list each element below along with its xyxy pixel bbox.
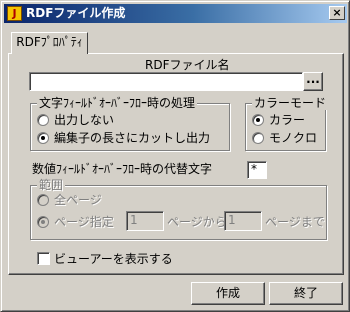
numeric-overflow-input[interactable]: *: [247, 161, 267, 179]
dialog-window: J RDFファイル作成 × RDFﾌﾟﾛﾊﾟﾃｨ RDFファイル名 ... 文字…: [0, 0, 350, 312]
page-to-input[interactable]: 1: [224, 211, 262, 231]
radio-cut-output-label[interactable]: 編集子の長さにカットし出力: [54, 131, 210, 145]
show-viewer-label[interactable]: ビューアーを表示する: [54, 252, 173, 266]
numeric-overflow-label: 数値ﾌｨｰﾙﾄﾞｵｰﾊﾞｰﾌﾛｰ時の代替文字: [32, 162, 213, 176]
app-icon: J: [7, 6, 22, 21]
create-button-label: 作成: [215, 286, 240, 300]
browse-button[interactable]: ...: [303, 72, 323, 91]
window-title: RDFファイル作成: [26, 6, 126, 20]
show-viewer-checkbox[interactable]: [37, 252, 50, 265]
radio-color-label[interactable]: カラー: [269, 113, 305, 127]
page-from-input[interactable]: 1: [126, 211, 164, 231]
radio-color[interactable]: [252, 114, 264, 126]
radio-page-range-label[interactable]: ページ指定: [54, 215, 114, 229]
rdf-file-input[interactable]: [29, 72, 303, 91]
radio-no-output-label[interactable]: 出力しない: [54, 113, 114, 127]
radio-cut-output[interactable]: [37, 132, 49, 144]
tab-rdf-properties[interactable]: RDFﾌﾟﾛﾊﾟﾃｨ: [11, 32, 88, 54]
radio-all-pages[interactable]: [37, 194, 49, 206]
radio-all-pages-label[interactable]: 全ページ: [54, 193, 102, 207]
radio-monochrome[interactable]: [252, 132, 264, 144]
range-group-label: 範囲: [37, 178, 66, 192]
title-bar[interactable]: J RDFファイル作成 ×: [4, 4, 347, 23]
radio-no-output[interactable]: [37, 114, 49, 126]
rdf-file-label: RDFファイル名: [145, 58, 230, 72]
page-from-suffix: ページから: [167, 215, 227, 229]
tab-panel-rdf-properties: RDFファイル名 ... 文字ﾌｨｰﾙﾄﾞｵｰﾊﾞｰﾌﾛｰ時の処理 出力しない …: [8, 53, 344, 275]
text-overflow-group-label: 文字ﾌｨｰﾙﾄﾞｵｰﾊﾞｰﾌﾛｰ時の処理: [37, 96, 198, 110]
radio-monochrome-label[interactable]: モノクロ: [269, 131, 317, 145]
browse-label: ...: [306, 72, 320, 86]
create-button[interactable]: 作成: [191, 282, 265, 305]
page-to-suffix: ページまで: [265, 215, 325, 229]
radio-page-range[interactable]: [37, 216, 49, 228]
close-button[interactable]: ×: [329, 6, 345, 20]
color-mode-group-label: カラーモード: [252, 96, 329, 110]
exit-button-label: 終了: [293, 286, 318, 300]
exit-button[interactable]: 終了: [269, 282, 343, 305]
